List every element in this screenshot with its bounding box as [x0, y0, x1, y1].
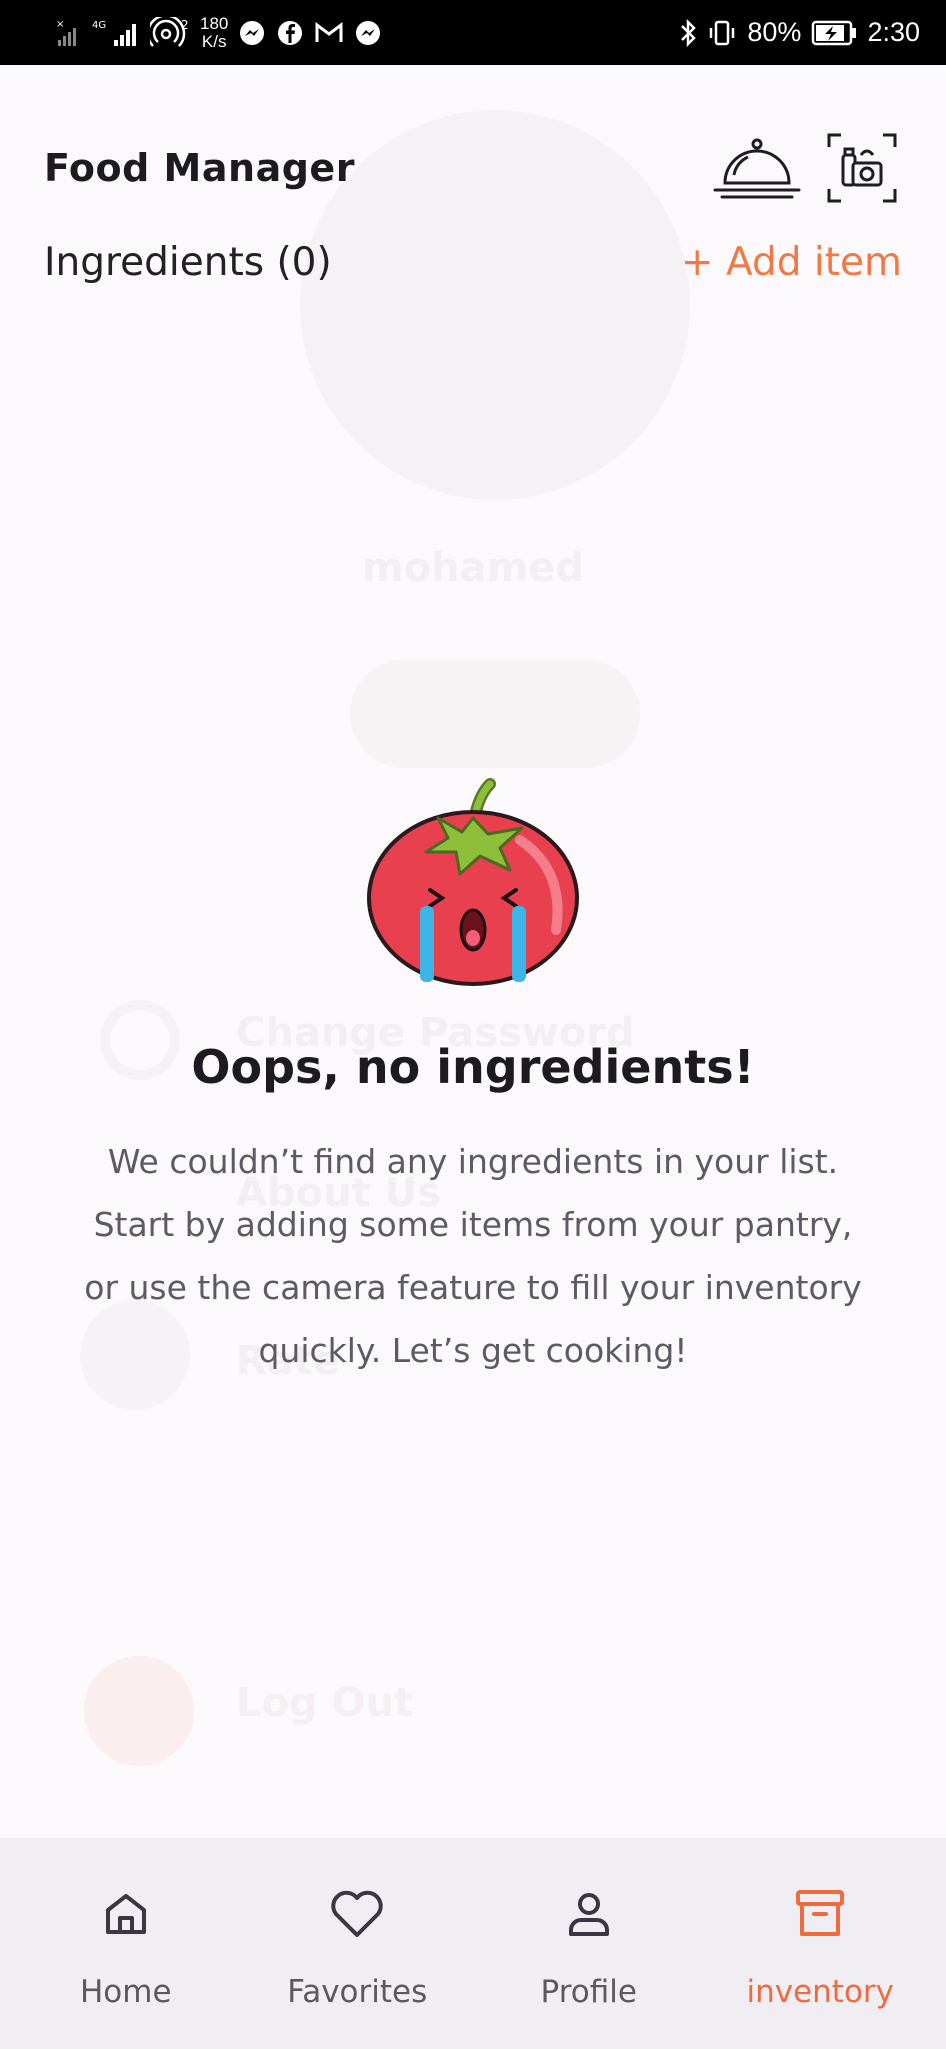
ghost-pill — [350, 660, 640, 768]
battery-charging-icon — [811, 20, 857, 46]
nav-profile-label: Profile — [540, 1974, 637, 2010]
messenger-icon — [238, 19, 266, 47]
bluetooth-icon — [679, 18, 697, 48]
battery-percent: 80% — [747, 17, 802, 47]
clock: 2:30 — [867, 17, 920, 47]
signal-off-icon: × — [56, 18, 82, 48]
heart-icon — [328, 1884, 386, 1944]
nav-favorites-label: Favorites — [287, 1974, 428, 2010]
home-icon — [100, 1884, 152, 1944]
messenger-icon-2 — [354, 19, 382, 47]
nav-favorites[interactable]: Favorites — [247, 1838, 467, 2010]
svg-text:2: 2 — [181, 18, 189, 32]
scan-camera-icon — [827, 133, 897, 207]
app-title: Food Manager — [44, 146, 355, 190]
bottom-navigation: Home Favorites Profile inventory — [0, 1838, 946, 2049]
signal-4g-icon: 4G — [92, 18, 140, 48]
vibrate-icon — [707, 18, 737, 48]
nav-profile[interactable]: Profile — [479, 1838, 699, 2010]
ghost-logout-circle — [84, 1656, 194, 1766]
network-speed-value: 180 — [200, 13, 229, 33]
nav-home[interactable]: Home — [16, 1838, 236, 2010]
facebook-icon — [276, 19, 304, 47]
status-bar: × 4G 2 180 K/s 80% 2:30 — [0, 0, 946, 65]
nav-inventory[interactable]: inventory — [710, 1838, 930, 2010]
svg-text:×: × — [56, 19, 64, 30]
person-icon — [563, 1884, 615, 1944]
archive-icon — [792, 1884, 848, 1944]
empty-state-title: Oops, no ingredients! — [191, 1040, 755, 1094]
cloche-icon — [712, 135, 802, 205]
nav-inventory-label: inventory — [746, 1974, 895, 2010]
gmail-icon — [314, 21, 344, 45]
nav-home-label: Home — [79, 1974, 172, 2010]
scan-button[interactable] — [826, 133, 898, 207]
add-item-button[interactable]: + Add item — [681, 240, 902, 285]
network-speed-unit: K/s — [201, 31, 227, 51]
status-right: 80% 2:30 — [679, 17, 920, 48]
crying-tomato-illustration — [360, 770, 586, 990]
ghost-log-out: Log Out — [236, 1680, 414, 1726]
empty-state-message: We couldn’t find any ingredients in your… — [84, 1142, 862, 1370]
ghost-username: mohamed — [361, 545, 585, 591]
status-left: × 4G 2 180 K/s — [56, 13, 382, 51]
ghost-avatar — [300, 110, 690, 500]
network-speed: 180 K/s — [200, 13, 229, 51]
cloche-button[interactable] — [712, 134, 802, 206]
ingredients-count-label: Ingredients (0) — [44, 240, 332, 285]
hotspot-icon: 2 — [150, 16, 190, 49]
net-type-label: 4G — [92, 20, 106, 31]
